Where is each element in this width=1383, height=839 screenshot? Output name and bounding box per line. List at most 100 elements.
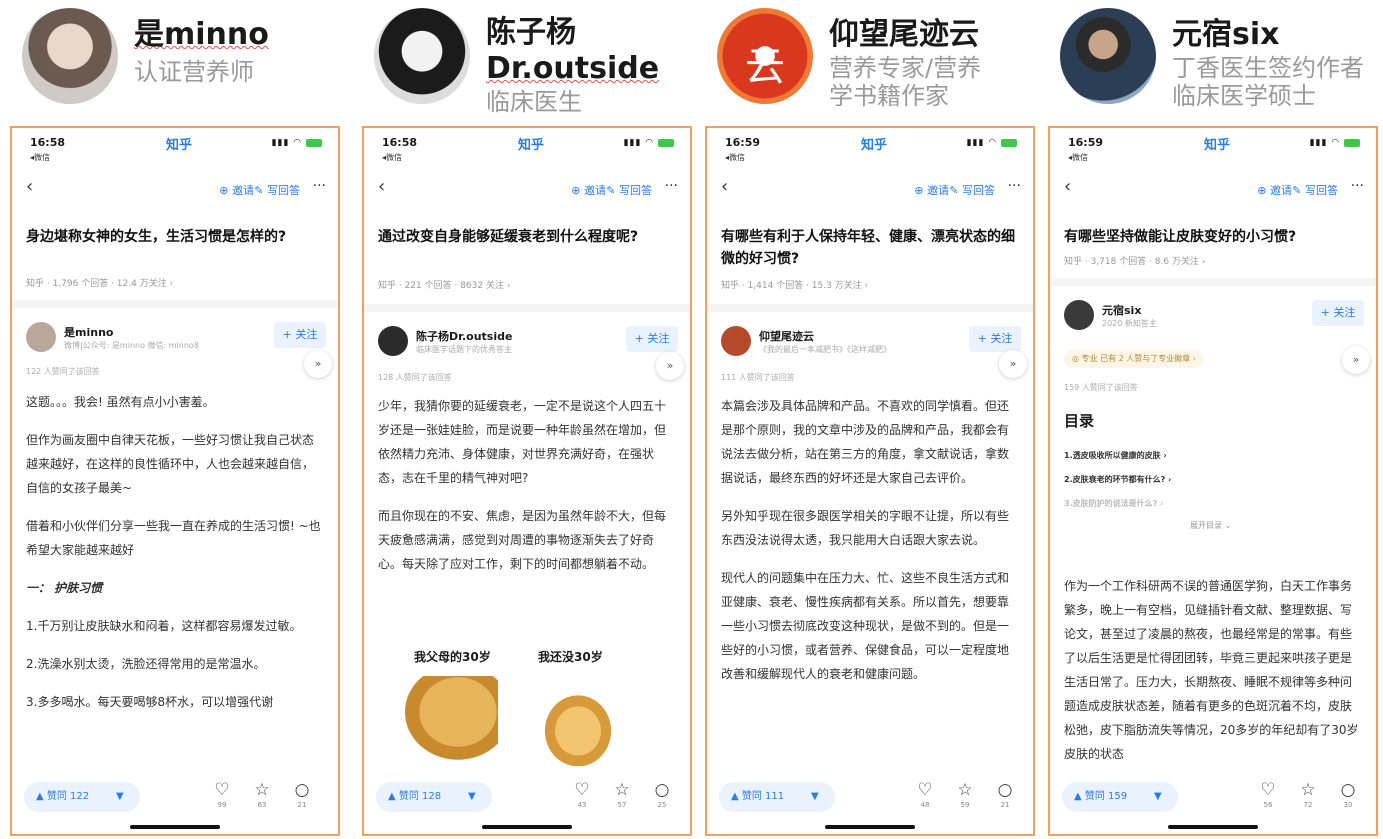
upvote-button[interactable]: ▲ 赞同 128 (388, 782, 441, 812)
status-bar: 16:59 知乎 ◂微信 ▮▮▮ ◠ (725, 134, 1017, 162)
profile-header: 陈子杨 Dr.outside 临床医生 (374, 8, 686, 118)
question-title[interactable]: 有哪些有利于人保持年轻、健康、漂亮状态的细微的好习惯? (721, 226, 1015, 270)
question-meta[interactable]: 知乎 · 1,796 个回答 · 12.4 万关注 › (26, 276, 173, 289)
expand-icon[interactable]: » (656, 352, 684, 380)
meme-caption-right: 我还没30岁 (538, 650, 603, 664)
invite-button[interactable]: ⊕ 邀请 (1257, 182, 1292, 198)
expand-icon[interactable]: » (304, 350, 332, 378)
vote-control: ▲ 赞同 128 ▼ (376, 782, 492, 812)
write-answer-button[interactable]: ✎ 写回答 (949, 182, 995, 198)
expand-icon[interactable]: » (1342, 346, 1370, 374)
divider (707, 304, 1033, 312)
column-yangwang: 云 仰望尾迹云 营养专家/营养 学书籍作家 16:59 知乎 ◂微信 ▮▮▮ ◠… (695, 0, 1035, 839)
question-title[interactable]: 身边堪称女神的女生，生活习惯是怎样的? (26, 226, 320, 248)
meme-image: 我父母的30岁 我还没30岁 (378, 648, 676, 768)
avatar: 云 (717, 8, 813, 104)
favorite-button[interactable]: ☆ 57 (608, 780, 636, 810)
signal-wifi-battery-icon: ▮▮▮ ◠ (624, 138, 674, 148)
back-chevron-icon[interactable]: ‹ (378, 176, 385, 197)
back-to-wechat-link[interactable]: ◂微信 (1068, 152, 1088, 163)
star-icon: ☆ (957, 780, 973, 800)
avatar (374, 8, 470, 104)
comment-button[interactable]: ○ 25 (648, 780, 676, 810)
like-button[interactable]: ♡ 56 (1254, 780, 1282, 810)
answer-paragraph: 但作为画友圈中自律天花板，一些好习惯让我自己状态越来越好，在这样的良性循环中，人… (26, 433, 315, 495)
app-name: 知乎 (1204, 138, 1231, 153)
question-meta[interactable]: 知乎 · 3,718 个回答 · 8.6 万关注 › (1064, 254, 1205, 267)
upvote-button[interactable]: ▲ 赞同 122 (36, 782, 89, 812)
downvote-icon[interactable]: ▼ (468, 782, 476, 812)
write-answer-button[interactable]: ✎ 写回答 (606, 182, 652, 198)
downvote-icon[interactable]: ▼ (1154, 782, 1162, 812)
back-chevron-icon[interactable]: ‹ (1064, 176, 1071, 197)
favorite-button[interactable]: ☆ 72 (1294, 780, 1322, 810)
comment-button[interactable]: ○ 21 (288, 780, 316, 810)
status-time: 16:58 (382, 136, 418, 149)
question-title[interactable]: 通过改变自身能够延缓衰老到什么程度呢? (378, 226, 672, 248)
upvoters-text[interactable]: 128 人赞同了该回答 (378, 372, 452, 383)
back-to-wechat-link[interactable]: ◂微信 (382, 152, 402, 163)
author-name[interactable]: 仰望尾迹云 (759, 328, 814, 344)
author-avatar[interactable] (378, 326, 408, 356)
back-chevron-icon[interactable]: ‹ (721, 176, 728, 197)
author-name[interactable]: 是minno (64, 324, 113, 340)
author-avatar[interactable] (721, 326, 751, 356)
top-nav: ‹ ⊕ 邀请 ✎ 写回答 ··· (378, 176, 678, 202)
expertise-badge[interactable]: ◎ 专业 已有 2 人赞与了专业徽章 › (1064, 350, 1204, 368)
write-answer-button[interactable]: ✎ 写回答 (1292, 182, 1338, 198)
question-meta[interactable]: 知乎 · 221 个回答 · 8632 关注 › (378, 278, 510, 291)
status-bar: 16:59 知乎 ◂微信 ▮▮▮ ◠ (1068, 134, 1360, 162)
like-button[interactable]: ♡ 43 (568, 780, 596, 810)
divider (12, 300, 338, 308)
avatar (22, 8, 118, 104)
bottom-action-bar: ▲ 赞同 159 ▼ ♡ 56 ☆ 72 ○ 30 (1050, 772, 1376, 834)
invite-button[interactable]: ⊕ 邀请 (219, 182, 254, 198)
back-to-wechat-link[interactable]: ◂微信 (30, 152, 50, 163)
upvoters-text[interactable]: 122 人赞同了该回答 (26, 366, 100, 377)
downvote-icon[interactable]: ▼ (116, 782, 124, 812)
favorite-button[interactable]: ☆ 59 (951, 780, 979, 810)
comment-button[interactable]: ○ 30 (1334, 780, 1362, 810)
invite-button[interactable]: ⊕ 邀请 (914, 182, 949, 198)
more-icon[interactable]: ··· (1008, 178, 1021, 194)
back-to-wechat-link[interactable]: ◂微信 (725, 152, 745, 163)
write-answer-button[interactable]: ✎ 写回答 (254, 182, 300, 198)
app-name: 知乎 (861, 138, 888, 153)
heart-icon: ♡ (574, 780, 590, 800)
favorite-button[interactable]: ☆ 63 (248, 780, 276, 810)
follow-button[interactable]: + 关注 (1312, 300, 1364, 326)
upvote-button[interactable]: ▲ 赞同 111 (731, 782, 784, 812)
toc-item[interactable]: 2.皮肤衰老的环节都有什么? › (1064, 474, 1171, 485)
toc-expand-link[interactable]: 展开目录 ⌄ (1190, 520, 1231, 531)
upvote-button[interactable]: ▲ 赞同 159 (1074, 782, 1127, 812)
more-icon[interactable]: ··· (313, 178, 326, 194)
author-name[interactable]: 元宿six (1102, 302, 1141, 318)
answer-author: 是minno 微博|公众号: 是minno 微信: minno8 + 关注 (26, 322, 326, 362)
profile-title-2: 临床医学硕士 (1172, 82, 1316, 110)
author-avatar[interactable] (1064, 300, 1094, 330)
more-icon[interactable]: ··· (665, 178, 678, 194)
upvoters-text[interactable]: 111 人赞同了该回答 (721, 372, 795, 383)
author-desc: 《我的最后一本减肥书》《这样减肥》 (759, 345, 891, 354)
expand-icon[interactable]: » (999, 350, 1027, 378)
follow-button[interactable]: + 关注 (969, 326, 1021, 352)
meme-caption-left: 我父母的30岁 (414, 650, 491, 664)
invite-button[interactable]: ⊕ 邀请 (571, 182, 606, 198)
question-meta[interactable]: 知乎 · 1,414 个回答 · 15.3 万关注 › (721, 278, 868, 291)
bottom-action-bar: ▲ 赞同 111 ▼ ♡ 48 ☆ 59 ○ 21 (707, 772, 1033, 834)
toc-item[interactable]: 1.透皮吸收所以健康的皮肤 › (1064, 450, 1167, 461)
author-avatar[interactable] (26, 322, 56, 352)
downvote-icon[interactable]: ▼ (811, 782, 819, 812)
like-button[interactable]: ♡ 48 (911, 780, 939, 810)
profile-name: 仰望尾迹云 (829, 17, 979, 52)
more-icon[interactable]: ··· (1351, 178, 1364, 194)
toc-item[interactable]: 3.皮肤防护的说法是什么? › (1064, 498, 1163, 509)
follow-button[interactable]: + 关注 (626, 326, 678, 352)
author-name[interactable]: 陈子杨Dr.outside (416, 328, 512, 344)
like-button[interactable]: ♡ 99 (208, 780, 236, 810)
upvoters-text[interactable]: 159 人赞同了该回答 (1064, 382, 1138, 393)
follow-button[interactable]: + 关注 (274, 322, 326, 348)
question-title[interactable]: 有哪些坚持做能让皮肤变好的小习惯? (1064, 226, 1358, 248)
back-chevron-icon[interactable]: ‹ (26, 176, 33, 197)
comment-button[interactable]: ○ 21 (991, 780, 1019, 810)
